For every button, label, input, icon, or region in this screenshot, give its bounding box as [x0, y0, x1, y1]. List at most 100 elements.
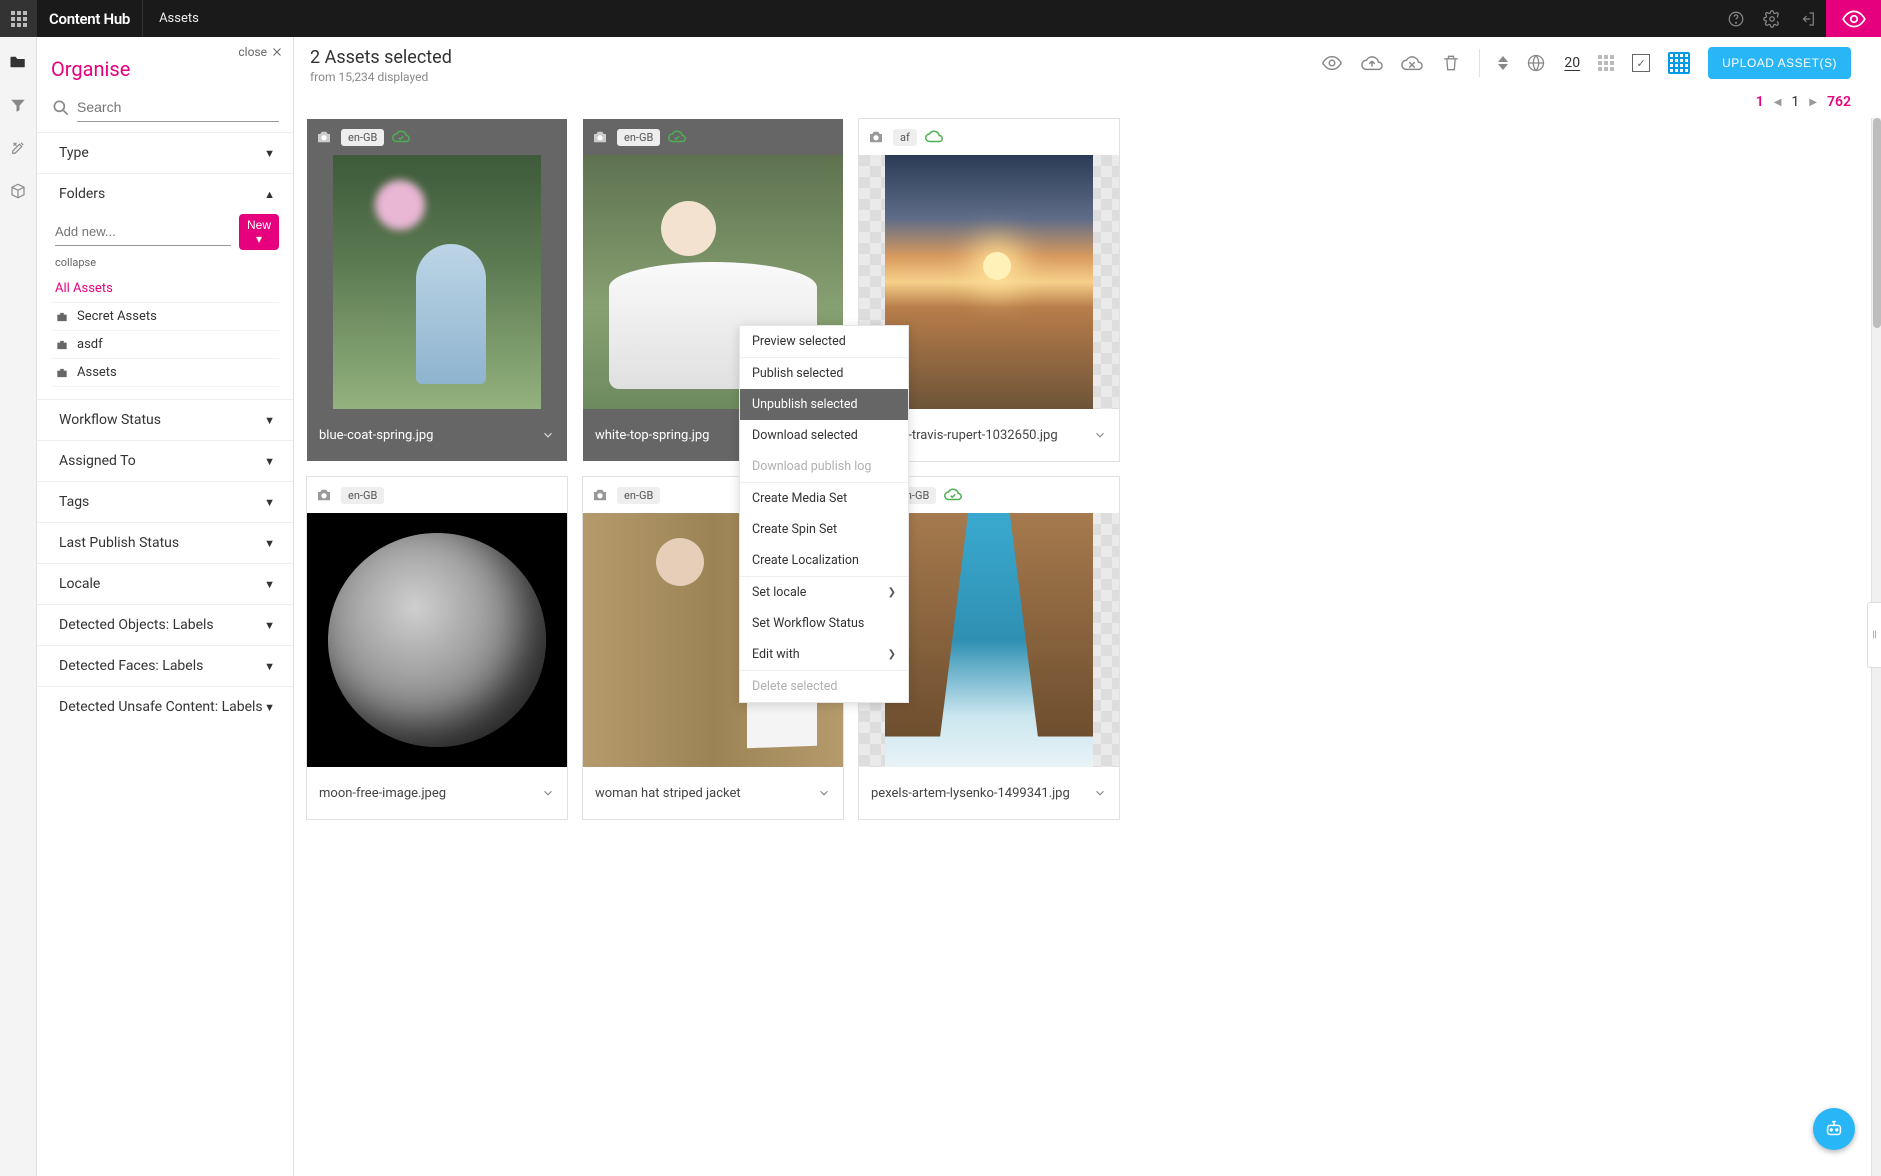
- published-icon: [392, 128, 410, 146]
- chevron-down-icon: ▼: [264, 660, 275, 673]
- filter-label: Assigned To: [59, 453, 136, 469]
- rail-filter-button[interactable]: [0, 86, 37, 123]
- asset-type-icon: [591, 486, 609, 504]
- cloud-upload-icon: [1361, 52, 1383, 74]
- menu-item-label: Set locale: [752, 585, 806, 600]
- preview-tab[interactable]: [1826, 0, 1881, 37]
- filter-unsafe-toggle[interactable]: Detected Unsafe Content: Labels▼: [37, 687, 293, 727]
- folder-label: asdf: [77, 337, 103, 352]
- filter-type-toggle[interactable]: Type ▼: [37, 133, 293, 173]
- asset-card[interactable]: en-GBmoon-free-image.jpeg: [306, 476, 568, 820]
- menu-item[interactable]: Set locale❯: [740, 577, 908, 608]
- menu-item[interactable]: Unpublish selected: [740, 389, 908, 420]
- menu-item[interactable]: Set Workflow Status: [740, 608, 908, 639]
- filter-icon: [9, 96, 27, 114]
- bot-icon: [1823, 1118, 1845, 1140]
- chevron-down-icon: ▼: [264, 578, 275, 591]
- menu-item: Download publish log: [740, 451, 908, 482]
- gear-icon: [1763, 10, 1781, 28]
- apps-icon: [11, 11, 27, 27]
- filter-publish-toggle[interactable]: Last Publish Status▼: [37, 523, 293, 563]
- card-menu-button[interactable]: [541, 428, 555, 442]
- nav-assets[interactable]: Assets: [142, 0, 215, 37]
- asset-thumbnail[interactable]: [307, 155, 567, 409]
- close-panel-button[interactable]: close: [238, 45, 283, 59]
- publish-button[interactable]: [1361, 52, 1383, 74]
- filter-assigned-toggle[interactable]: Assigned To▼: [37, 441, 293, 481]
- filter-folders-toggle[interactable]: Folders ▲: [37, 174, 293, 214]
- view-grid-button[interactable]: [1598, 55, 1614, 71]
- locale-button[interactable]: [1526, 53, 1546, 73]
- chevron-down-icon: ▼: [264, 147, 275, 160]
- sort-up-icon: [1498, 56, 1508, 62]
- menu-item[interactable]: Edit with❯: [740, 639, 908, 670]
- camera-icon: [591, 128, 609, 146]
- filter-label: Detected Objects: Labels: [59, 617, 214, 633]
- search-icon: [51, 98, 71, 118]
- search-input[interactable]: [77, 93, 279, 122]
- asset-type-icon: [315, 486, 333, 504]
- asset-filename: moon-free-image.jpeg: [319, 786, 446, 801]
- delete-button[interactable]: [1441, 53, 1461, 73]
- new-folder-button[interactable]: New ▾: [239, 214, 279, 250]
- folder-item[interactable]: asdf: [51, 331, 279, 359]
- organise-panel: close Organise Type ▼ Folders ▲ New: [37, 37, 294, 1176]
- filter-faces-toggle[interactable]: Detected Faces: Labels▼: [37, 646, 293, 686]
- settings-button[interactable]: [1754, 1, 1790, 37]
- help-button[interactable]: [1718, 1, 1754, 37]
- asset-grid-wrap[interactable]: en-GBblue-coat-spring.jpgen-GBwhite-top-…: [294, 118, 1871, 1176]
- menu-item[interactable]: Create Spin Set: [740, 514, 908, 545]
- menu-item-label: Delete selected: [752, 679, 837, 694]
- locale-chip: en-GB: [617, 487, 660, 504]
- chat-fab[interactable]: [1813, 1108, 1855, 1150]
- folder-item[interactable]: Assets: [51, 359, 279, 387]
- collapse-folders-link[interactable]: collapse: [51, 256, 279, 269]
- filter-workflow-toggle[interactable]: Workflow Status▼: [37, 400, 293, 440]
- filter-tags-toggle[interactable]: Tags▼: [37, 482, 293, 522]
- camera-icon: [867, 128, 885, 146]
- page-size-selector[interactable]: 20: [1564, 55, 1580, 71]
- sort-button[interactable]: [1498, 56, 1508, 70]
- chevron-down-icon: ▼: [264, 496, 275, 509]
- unpublish-button[interactable]: [1401, 52, 1423, 74]
- card-menu-button[interactable]: [1093, 428, 1107, 442]
- left-rail: [0, 37, 37, 1176]
- menu-item[interactable]: Create Media Set: [740, 483, 908, 514]
- page-first[interactable]: 1: [1756, 94, 1764, 110]
- asset-card[interactable]: en-GBblue-coat-spring.jpg: [306, 118, 568, 462]
- cloud-check-icon: [392, 128, 410, 146]
- page-last[interactable]: 762: [1827, 94, 1851, 110]
- chevron-down-icon: ▼: [264, 619, 275, 632]
- locale-chip: af: [893, 129, 917, 146]
- page-next-button[interactable]: ▶: [1809, 97, 1817, 108]
- right-panel-expand[interactable]: ||: [1867, 602, 1881, 668]
- asset-filename: blue-coat-spring.jpg: [319, 428, 433, 443]
- menu-item[interactable]: Publish selected: [740, 358, 908, 389]
- folder-item[interactable]: Secret Assets: [51, 303, 279, 331]
- menu-item[interactable]: Download selected: [740, 420, 908, 451]
- select-all-button[interactable]: [1668, 52, 1690, 74]
- filter-locale-toggle[interactable]: Locale▼: [37, 564, 293, 604]
- add-folder-input[interactable]: [55, 218, 231, 246]
- page-prev-button[interactable]: ◀: [1774, 97, 1782, 108]
- logout-button[interactable]: [1790, 1, 1826, 37]
- select-mode-button[interactable]: ✓: [1632, 54, 1650, 72]
- scroll-thumb[interactable]: [1873, 118, 1881, 328]
- filter-objects-toggle[interactable]: Detected Objects: Labels ▼: [37, 605, 293, 645]
- cloud-remove-icon: [1401, 52, 1423, 74]
- folder-item[interactable]: All Assets: [51, 275, 279, 303]
- briefcase-icon: [55, 310, 69, 324]
- asset-thumbnail[interactable]: [307, 513, 567, 767]
- rail-package-button[interactable]: [0, 172, 37, 209]
- camera-icon: [315, 128, 333, 146]
- upload-button[interactable]: UPLOAD ASSET(S): [1708, 47, 1851, 79]
- rail-tools-button[interactable]: [0, 129, 37, 166]
- card-menu-button[interactable]: [817, 786, 831, 800]
- menu-item[interactable]: Create Localization: [740, 545, 908, 576]
- rail-folder-button[interactable]: [0, 43, 37, 80]
- preview-button[interactable]: [1321, 52, 1343, 74]
- card-menu-button[interactable]: [1093, 786, 1107, 800]
- app-switcher-button[interactable]: [0, 0, 37, 37]
- card-menu-button[interactable]: [541, 786, 555, 800]
- menu-item[interactable]: Preview selected: [740, 326, 908, 357]
